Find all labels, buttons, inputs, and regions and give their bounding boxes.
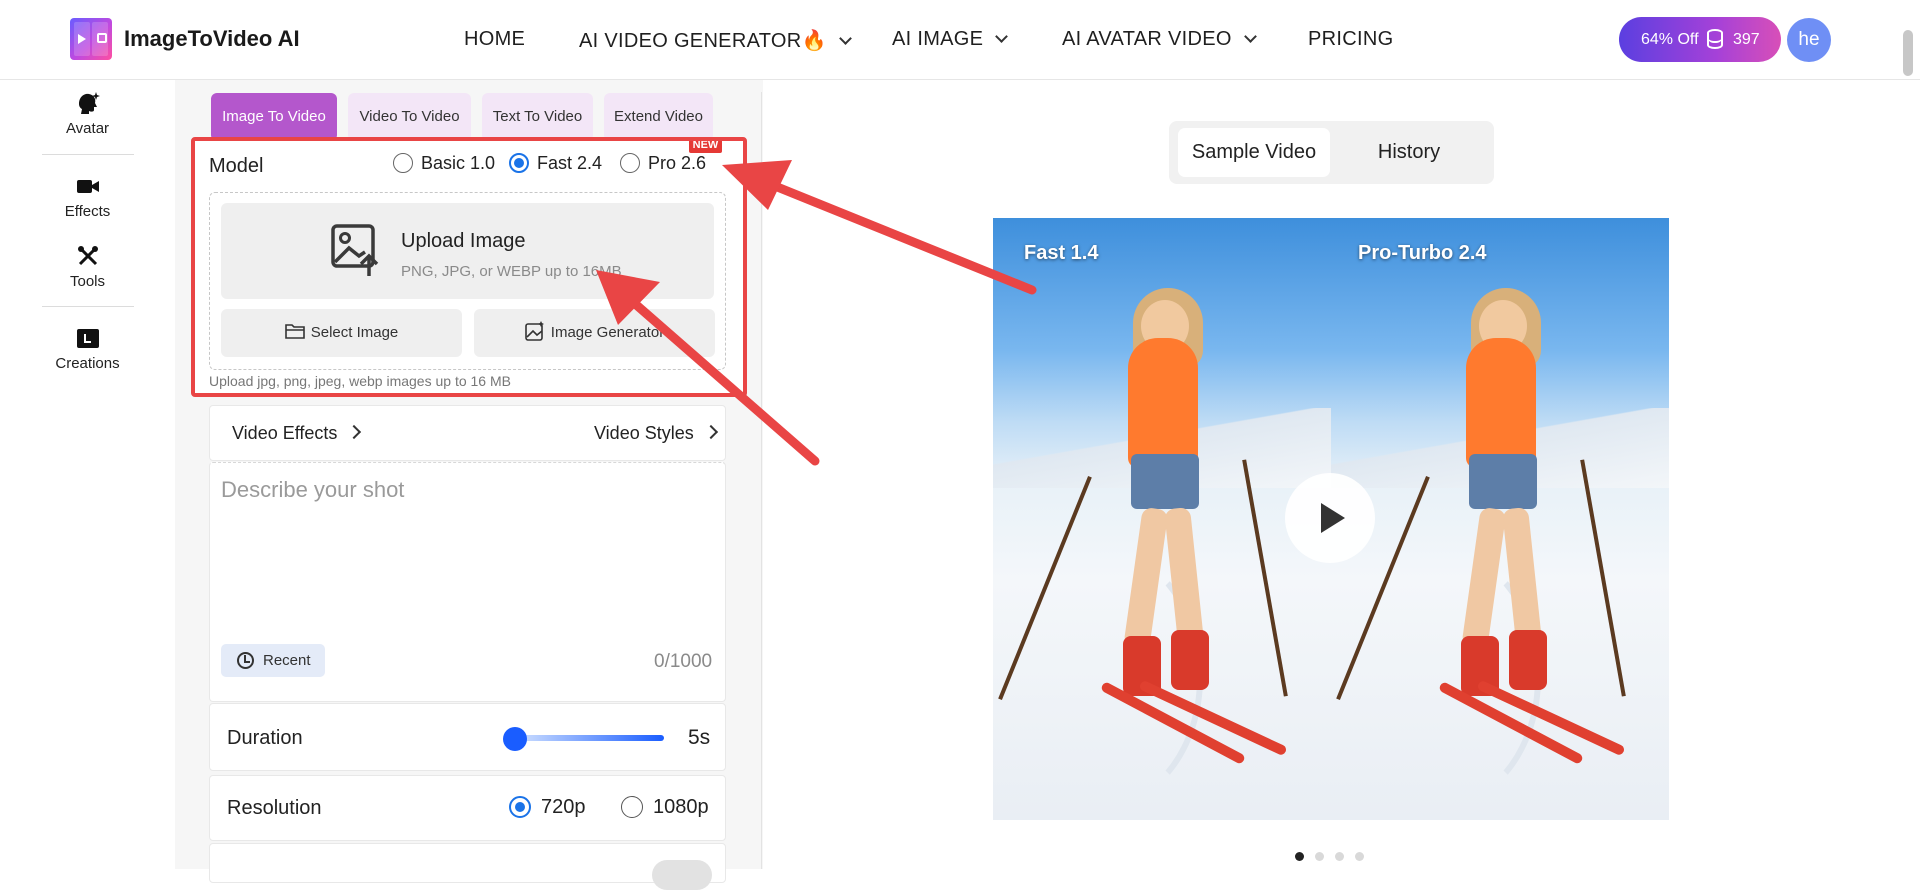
play-icon[interactable] <box>1285 473 1375 563</box>
sidebar-divider <box>42 306 134 307</box>
video-effects-label: Video Effects <box>232 423 338 443</box>
nav-pricing[interactable]: PRICING <box>1308 28 1393 51</box>
carousel-dot[interactable] <box>1315 852 1324 861</box>
carousel-dots[interactable] <box>1295 848 1375 866</box>
video-styles-label: Video Styles <box>594 423 694 443</box>
user-avatar[interactable]: he <box>1787 18 1831 62</box>
video-camera-icon <box>76 180 99 193</box>
sidebar-item-label: Creations <box>55 355 120 372</box>
avatar-icon <box>78 92 100 114</box>
duration-slider-handle[interactable] <box>503 727 527 751</box>
tab-text-to-video[interactable]: Text To Video <box>482 93 593 141</box>
brand-name[interactable]: ImageToVideo AI <box>124 26 300 52</box>
recent-button[interactable]: Recent <box>221 644 325 677</box>
duration-value: 5s <box>688 726 711 749</box>
chevron-down-icon <box>1243 30 1257 43</box>
database-icon <box>1707 29 1723 49</box>
clock-icon <box>237 652 254 669</box>
chevron-down-icon <box>995 30 1009 43</box>
video-frame-left <box>993 218 1331 820</box>
nav-home[interactable]: HOME <box>464 28 525 51</box>
tab-image-to-video[interactable]: Image To Video <box>211 93 337 141</box>
creations-icon <box>76 329 99 348</box>
sidebar-item-creations[interactable]: Creations <box>40 325 135 372</box>
prompt-placeholder: Describe your shot <box>221 477 405 502</box>
nav-ai-video-generator[interactable]: AI VIDEO GENERATOR🔥 <box>579 28 852 53</box>
sidebar-item-label: Avatar <box>65 120 110 137</box>
tab-history[interactable]: History <box>1333 128 1485 177</box>
tools-icon <box>77 246 98 266</box>
promo-label: 64% Off <box>1641 31 1699 48</box>
nav-ai-image-label: AI IMAGE <box>892 28 984 50</box>
carousel-dot[interactable] <box>1355 852 1364 861</box>
video-caption-left: Fast 1.4 <box>1024 242 1099 264</box>
resolution-option-1080p[interactable]: 1080p <box>621 796 709 819</box>
video-styles-button[interactable]: Video Styles <box>594 423 718 444</box>
nav-home-label: HOME <box>464 28 526 50</box>
nav-ai-video-generator-label: AI VIDEO GENERATOR🔥 <box>579 30 827 52</box>
chevron-down-icon <box>838 32 852 45</box>
resolution-option-720p[interactable]: 720p <box>509 796 586 819</box>
video-frame-right <box>1331 218 1669 820</box>
sidebar-item-effects[interactable]: Effects <box>40 173 135 220</box>
nav-ai-image[interactable]: AI IMAGE <box>892 28 1009 51</box>
sidebar-item-avatar[interactable]: Avatar <box>40 90 135 137</box>
annotation-arrow-model <box>755 175 1037 295</box>
chevron-right-icon <box>347 424 362 440</box>
sidebar-divider <box>42 154 134 155</box>
video-effects-button[interactable]: Video Effects <box>232 423 362 444</box>
video-caption-right: Pro-Turbo 2.4 <box>1358 242 1487 264</box>
tab-video-to-video[interactable]: Video To Video <box>348 93 471 141</box>
next-option-card <box>209 843 726 883</box>
carousel-dot[interactable] <box>1335 852 1344 861</box>
nav-pricing-label: PRICING <box>1308 28 1394 50</box>
radio-icon <box>621 796 643 818</box>
duration-label: Duration <box>227 727 303 749</box>
tab-sample-video[interactable]: Sample Video <box>1178 128 1330 177</box>
page-scrollbar[interactable] <box>1903 30 1913 76</box>
carousel-dot[interactable] <box>1295 852 1304 861</box>
chevron-right-icon <box>703 424 718 440</box>
top-header: ImageToVideo AI HOME AI VIDEO GENERATOR🔥… <box>0 0 1920 80</box>
annotation-highlight-box <box>191 137 747 397</box>
promo-credits-button[interactable]: 64% Off 397 <box>1619 17 1781 62</box>
resolution-option-label: 1080p <box>653 796 709 818</box>
resolution-label: Resolution <box>227 797 322 819</box>
nav-ai-avatar-video-label: AI AVATAR VIDEO <box>1062 28 1232 50</box>
credits-count: 397 <box>1733 31 1760 48</box>
logo-icon[interactable] <box>70 18 112 60</box>
sidebar-item-tools[interactable]: Tools <box>40 243 135 290</box>
option-toggle[interactable] <box>652 860 712 890</box>
panel-divider <box>761 92 762 869</box>
sidebar-item-label: Tools <box>69 273 106 290</box>
recent-label: Recent <box>263 652 311 669</box>
nav-ai-avatar-video[interactable]: AI AVATAR VIDEO <box>1062 28 1257 51</box>
radio-checked-icon <box>509 796 531 818</box>
sidebar-item-label: Effects <box>64 203 111 220</box>
tab-extend-video[interactable]: Extend Video <box>604 93 713 141</box>
character-counter: 0/1000 <box>654 651 713 672</box>
resolution-option-label: 720p <box>541 796 586 818</box>
duration-slider-track[interactable] <box>516 735 664 741</box>
